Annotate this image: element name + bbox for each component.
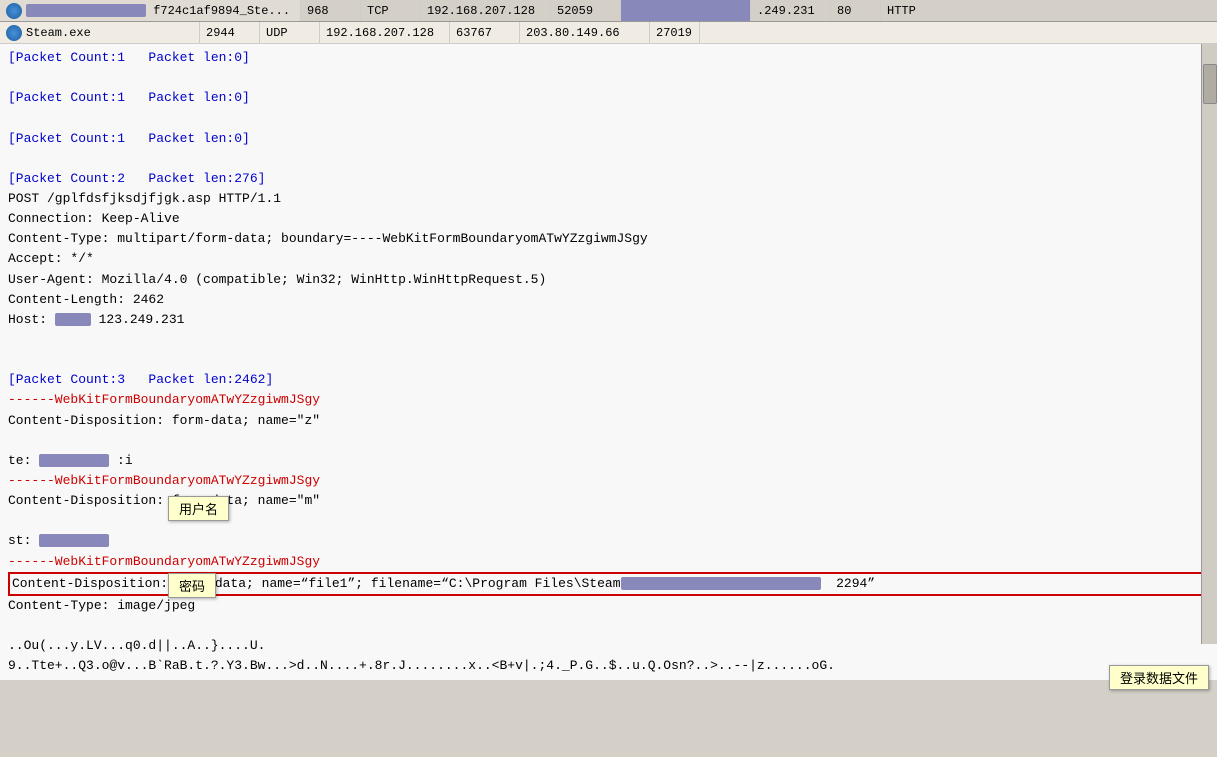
binary-line-1: ..Ou(...y.LV...q0.d||..A..}....U.: [8, 636, 1209, 656]
host-line: Host: 123.249.231: [8, 310, 1209, 330]
empty-line-4: [8, 330, 1209, 350]
empty-line-6: [8, 431, 1209, 451]
proto-value-2: UDP: [266, 26, 288, 40]
password-tooltip-text: 密码: [179, 579, 205, 594]
remote-ip-blurred: XXXXXXXXXX: [627, 4, 699, 18]
steam-icon: [6, 3, 22, 19]
packet-line-3: [Packet Count:1 Packet len:0]: [8, 129, 1209, 149]
network-row-2: Steam.exe 2944 UDP 192.168.207.128 63767…: [0, 22, 1217, 44]
st-line: st:: [8, 531, 1209, 551]
blurred-filename: f724c1af9894_Ste...: [26, 4, 290, 18]
content-type-line: Content-Type: multipart/form-data; bound…: [8, 229, 1209, 249]
remote-port-cell-2: 27019: [650, 22, 700, 43]
content-length-line: Content-Length: 2462: [8, 290, 1209, 310]
filename-blurred: [621, 577, 821, 590]
pid-cell-2: 2944: [200, 22, 260, 43]
empty-line-3: [8, 149, 1209, 169]
packet-line-5: [Packet Count:3 Packet len:2462]: [8, 370, 1209, 390]
local-ip-1: 192.168.207.128: [427, 4, 535, 18]
proto-value-1: TCP: [367, 4, 389, 18]
local-port-2: 63767: [456, 26, 492, 40]
login-file-tooltip-text: 登录数据文件: [1120, 671, 1198, 686]
username-tooltip-text: 用户名: [179, 502, 218, 517]
proto-cell-1: TCP: [361, 0, 421, 21]
local-ip-2: 192.168.207.128: [326, 26, 434, 40]
packet-line-2: [Packet Count:1 Packet len:0]: [8, 88, 1209, 108]
password-tooltip: 密码: [168, 573, 216, 598]
remote-ip-cell-1-blurred: XXXXXXXXXX: [621, 0, 751, 21]
username-tooltip: 用户名: [168, 496, 229, 521]
remote-partial: .249.231: [757, 4, 815, 18]
process-name-2: Steam.exe: [26, 26, 91, 40]
user-agent-line: User-Agent: Mozilla/4.0 (compatible; Win…: [8, 270, 1209, 290]
remote-ip-2: 203.80.149.66: [526, 26, 620, 40]
boundary-line-2: ------WebKitFormBoundaryomATwYZzgiwmJSgy: [8, 471, 1209, 491]
blurred-name: [26, 4, 146, 17]
filename-label: f724c1af9894_Ste...: [153, 4, 290, 18]
password-blurred: [39, 534, 109, 547]
empty-line-1: [8, 68, 1209, 88]
binary-line-2: 9..Tte+..Q3.o@v...B`RaB.t.?.Y3.Bw...>d..…: [8, 656, 1209, 676]
boundary-line-3: ------WebKitFormBoundaryomATwYZzgiwmJSgy: [8, 552, 1209, 572]
pid-value-1: 968: [307, 4, 329, 18]
proto2-cell-1: HTTP: [881, 0, 961, 21]
process-cell-2: Steam.exe: [0, 22, 200, 43]
packet-line-1: [Packet Count:1 Packet len:0]: [8, 48, 1209, 68]
accept-line: Accept: */*: [8, 249, 1209, 269]
empty-line-8: [8, 616, 1209, 636]
remote-port-2: 27019: [656, 26, 692, 40]
remote-port-cell-1: 80: [831, 0, 881, 21]
local-ip-cell-2: 192.168.207.128: [320, 22, 450, 43]
packet-line-4: [Packet Count:2 Packet len:276]: [8, 169, 1209, 189]
proto-cell-2: UDP: [260, 22, 320, 43]
remote-ip-cell-2: 203.80.149.66: [520, 22, 650, 43]
remote-port-1: 80: [837, 4, 851, 18]
empty-line-5: [8, 350, 1209, 370]
pid-value-2: 2944: [206, 26, 235, 40]
steam-icon-2: [6, 25, 22, 41]
empty-line-2: [8, 108, 1209, 128]
content-disp-1: Content-Disposition: form-data; name="z": [8, 411, 1209, 431]
local-port-cell-2: 63767: [450, 22, 520, 43]
connection-line: Connection: Keep-Alive: [8, 209, 1209, 229]
scroll-thumb[interactable]: [1203, 64, 1217, 104]
pid-cell-1: 968: [301, 0, 361, 21]
boundary-line-1: ------WebKitFormBoundaryomATwYZzgiwmJSgy: [8, 390, 1209, 410]
remote-partial-cell: .249.231: [751, 0, 831, 21]
process-cell-1: f724c1af9894_Ste...: [0, 0, 301, 21]
content-type-jpeg: Content-Type: image/jpeg: [8, 596, 1209, 616]
host-blurred: [55, 313, 91, 326]
post-line: POST /gplfdsfjksdjfjgk.asp HTTP/1.1: [8, 189, 1209, 209]
local-ip-cell-1: 192.168.207.128: [421, 0, 551, 21]
local-port-1: 52059: [557, 4, 593, 18]
scrollbar[interactable]: [1201, 44, 1217, 644]
username-blurred: [39, 454, 109, 467]
local-port-cell-1: 52059: [551, 0, 621, 21]
main-window: f724c1af9894_Ste... 968 TCP 192.168.207.…: [0, 0, 1217, 757]
login-file-tooltip: 登录数据文件: [1109, 665, 1209, 690]
proto2-1: HTTP: [887, 4, 916, 18]
te-line: te: :i: [8, 451, 1209, 471]
network-row-1: f724c1af9894_Ste... 968 TCP 192.168.207.…: [0, 0, 1217, 22]
